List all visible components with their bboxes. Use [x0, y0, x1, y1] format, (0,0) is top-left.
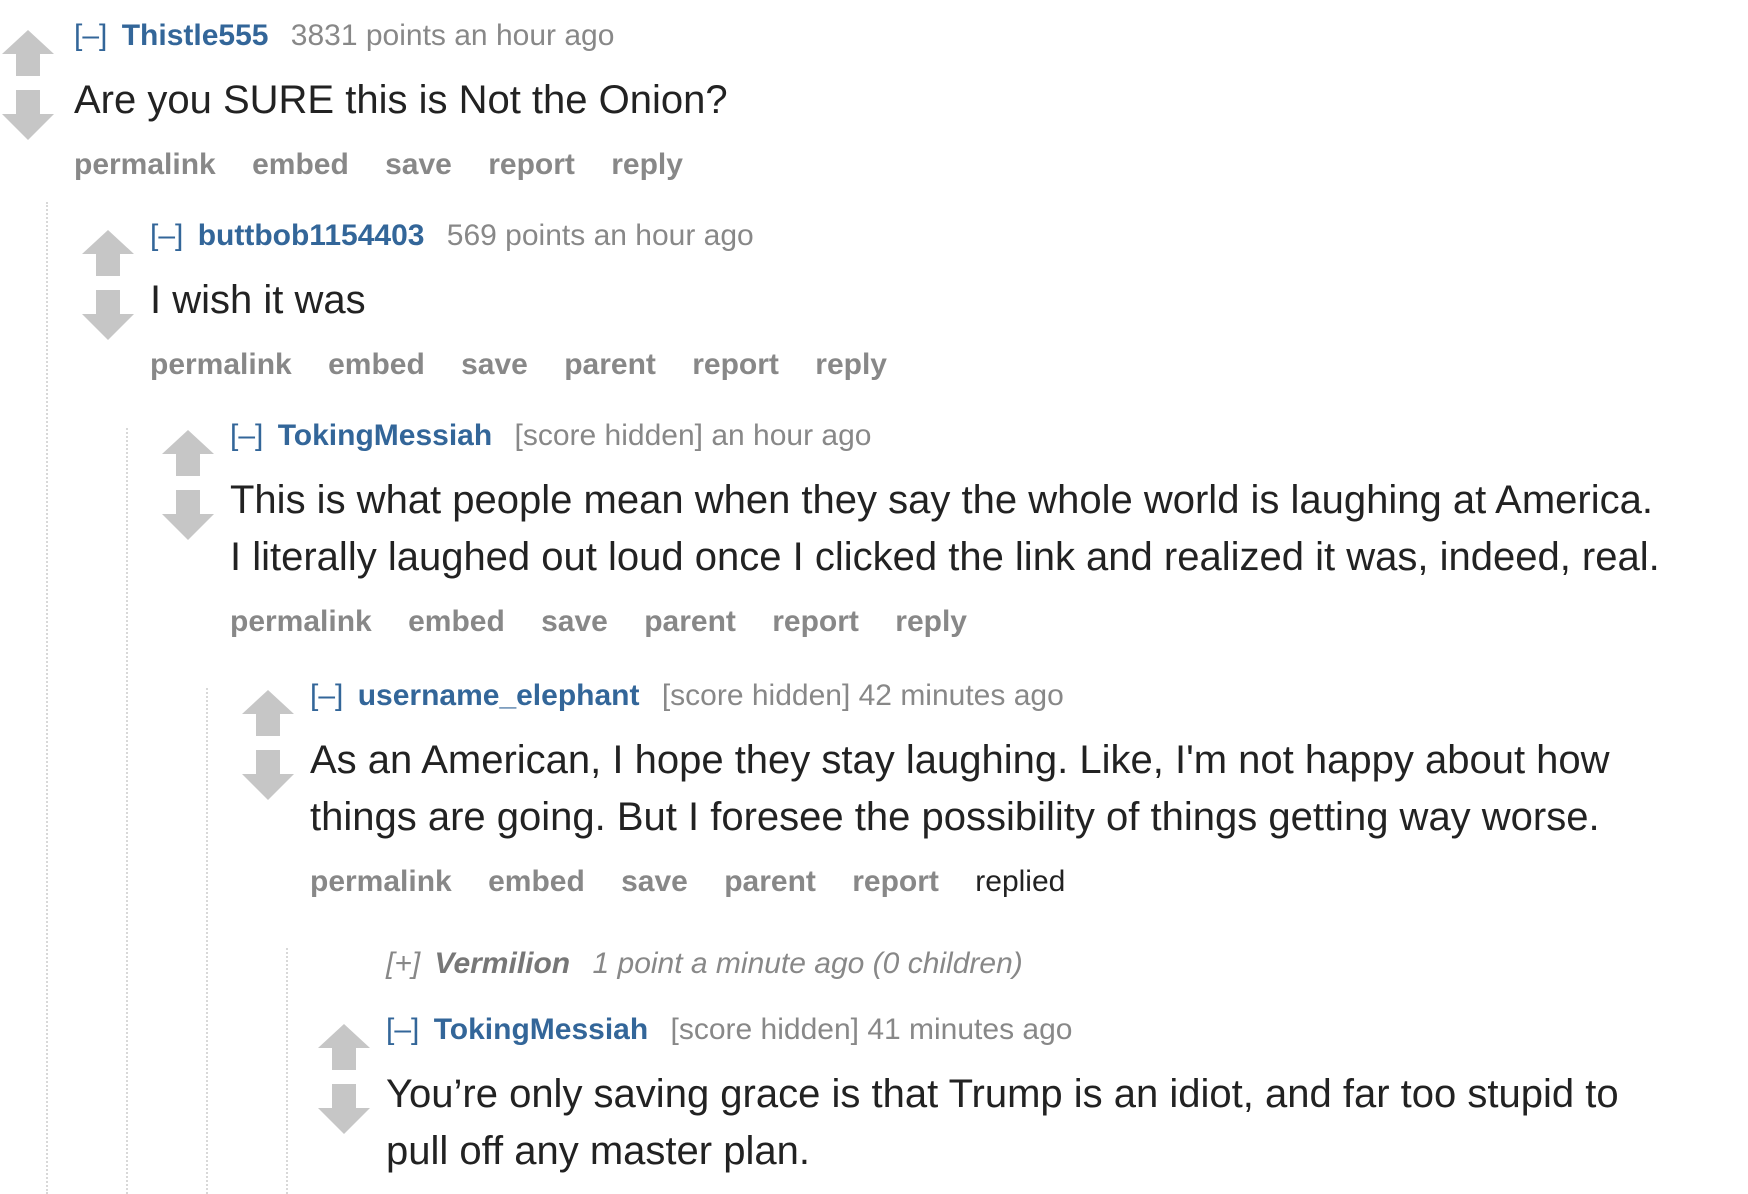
comment-tagline: [–] buttbob1154403 569 points an hour ag…: [150, 218, 1730, 254]
reply-button[interactable]: reply: [815, 348, 887, 381]
comment-tagline: [–] Thistle555 3831 points an hour ago: [74, 18, 1734, 54]
comment-action-bar: permalink embed save report reply: [74, 147, 1734, 183]
reply-button[interactable]: reply: [611, 148, 683, 181]
collapse-toggle[interactable]: [–]: [310, 679, 343, 712]
comment-text: As an American, I hope they stay laughin…: [310, 732, 1740, 846]
thread-line-level-3: [206, 688, 208, 1194]
upvote-arrow-icon[interactable]: [242, 690, 294, 736]
replied-label: replied: [975, 865, 1066, 898]
downvote-arrow-icon[interactable]: [162, 490, 214, 540]
comment-meta: 3831 points an hour ago: [290, 19, 615, 52]
upvote-arrow-icon[interactable]: [162, 430, 214, 476]
parent-button[interactable]: parent: [564, 348, 656, 381]
permalink-button[interactable]: permalink: [230, 605, 372, 638]
vote-arrows: [2, 30, 54, 140]
collapse-toggle[interactable]: [–]: [74, 19, 107, 52]
report-button[interactable]: report: [692, 348, 779, 381]
permalink-button[interactable]: permalink: [310, 865, 452, 898]
save-button[interactable]: save: [541, 605, 608, 638]
vote-arrows: [82, 230, 134, 340]
save-button[interactable]: save: [385, 148, 452, 181]
reply-button[interactable]: reply: [895, 605, 967, 638]
collapse-toggle[interactable]: [–]: [386, 1013, 419, 1046]
comment-meta: [score hidden] 42 minutes ago: [661, 679, 1064, 712]
comment-author[interactable]: Thistle555: [122, 19, 269, 52]
comment-tagline: [–] TokingMessiah [score hidden] 41 minu…: [386, 1012, 1736, 1048]
comment-author[interactable]: username_elephant: [358, 679, 640, 712]
downvote-arrow-icon[interactable]: [2, 90, 54, 140]
embed-button[interactable]: embed: [408, 605, 505, 638]
downvote-arrow-icon[interactable]: [318, 1084, 370, 1134]
comment-text: I wish it was: [150, 278, 366, 322]
permalink-button[interactable]: permalink: [74, 148, 216, 181]
comment-text-line: things are going. But I foresee the poss…: [310, 795, 1600, 839]
comment-meta: [score hidden] an hour ago: [514, 419, 872, 452]
downvote-arrow-icon[interactable]: [82, 290, 134, 340]
embed-button[interactable]: embed: [328, 348, 425, 381]
upvote-arrow-icon[interactable]: [2, 30, 54, 76]
comment-tagline: [+] Vermilion 1 point a minute ago (0 ch…: [386, 946, 1736, 982]
embed-button[interactable]: embed: [488, 865, 585, 898]
thread-line-level-1: [46, 202, 48, 1194]
collapse-toggle[interactable]: [–]: [230, 419, 263, 452]
upvote-arrow-icon[interactable]: [82, 230, 134, 276]
upvote-arrow-icon[interactable]: [318, 1024, 370, 1070]
save-button[interactable]: save: [621, 865, 688, 898]
comment-text-line: You’re only saving grace is that Trump i…: [386, 1072, 1619, 1116]
parent-button[interactable]: parent: [724, 865, 816, 898]
parent-button[interactable]: parent: [644, 605, 736, 638]
thread-line-level-2: [126, 428, 128, 1194]
collapse-toggle[interactable]: [–]: [150, 219, 183, 252]
comment-action-bar: permalink embed save parent report reply: [150, 347, 1730, 383]
thread-line-level-4: [286, 948, 288, 1194]
vote-arrows: [162, 430, 214, 540]
report-button[interactable]: report: [488, 148, 575, 181]
vote-arrows: [242, 690, 294, 800]
permalink-button[interactable]: permalink: [150, 348, 292, 381]
report-button[interactable]: report: [852, 865, 939, 898]
comment-text-line: I literally laughed out loud once I clic…: [230, 535, 1660, 579]
comment-text-line: As an American, I hope they stay laughin…: [310, 738, 1610, 782]
comment-text: Are you SURE this is Not the Onion?: [74, 78, 728, 122]
comment-author[interactable]: buttbob1154403: [198, 219, 425, 252]
report-button[interactable]: report: [772, 605, 859, 638]
vote-arrows: [318, 1024, 370, 1134]
comment-tagline: [–] TokingMessiah [score hidden] an hour…: [230, 418, 1740, 454]
comment-tagline: [–] username_elephant [score hidden] 42 …: [310, 678, 1740, 714]
comment-author[interactable]: TokingMessiah: [278, 419, 492, 452]
comment-action-bar: permalink embed save parent report reply: [230, 604, 1740, 640]
comment-author[interactable]: TokingMessiah: [434, 1013, 648, 1046]
expand-toggle[interactable]: [+]: [386, 947, 420, 980]
comment-meta: 1 point a minute ago (0 children): [592, 947, 1023, 980]
downvote-arrow-icon[interactable]: [242, 750, 294, 800]
comment-meta: [score hidden] 41 minutes ago: [670, 1013, 1073, 1046]
comment-text-line: This is what people mean when they say t…: [230, 478, 1653, 522]
embed-button[interactable]: embed: [252, 148, 349, 181]
comment-text-line: pull off any master plan.: [386, 1129, 810, 1173]
comment-action-bar: permalink embed save parent report repli…: [310, 864, 1740, 900]
comment-meta: 569 points an hour ago: [446, 219, 754, 252]
save-button[interactable]: save: [461, 348, 528, 381]
comment-text: This is what people mean when they say t…: [230, 472, 1740, 586]
comment-text: You’re only saving grace is that Trump i…: [386, 1066, 1736, 1180]
comment-author[interactable]: Vermilion: [435, 947, 571, 980]
